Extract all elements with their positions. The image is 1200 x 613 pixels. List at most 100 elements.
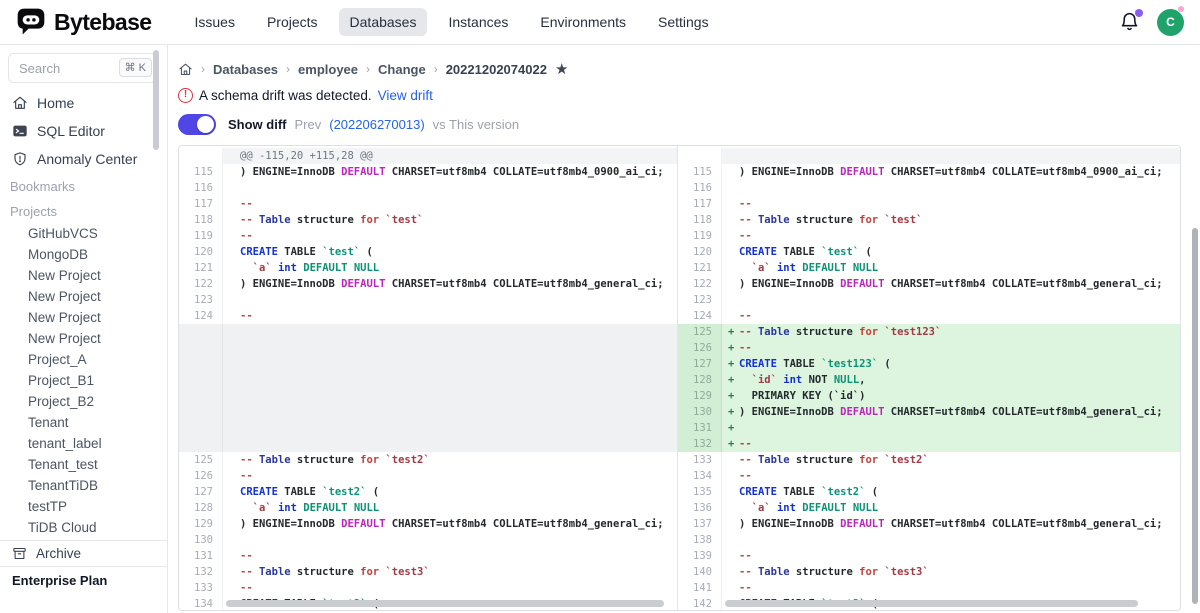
sidebar-scrollbar[interactable] (153, 50, 159, 150)
line-number (179, 148, 223, 164)
code-token: ( (366, 486, 379, 498)
line-number: 121 (179, 260, 223, 276)
diff-row: 123 (179, 292, 677, 308)
diff-row: 124-- (678, 308, 1180, 324)
line-number: 115 (678, 164, 722, 180)
diff-pane-previous: @@ -115,20 +115,28 @@115) ENGINE=InnoDB … (179, 146, 677, 610)
project-item-new-project[interactable]: New Project (0, 307, 167, 328)
code-token: `test3` (385, 566, 429, 578)
bytebase-logo[interactable]: Bytebase (16, 7, 151, 37)
project-item-tenant-label[interactable]: tenant_label (0, 433, 167, 454)
line-number (678, 148, 722, 164)
code-token: `a` (752, 262, 771, 274)
code-token: `test` (322, 246, 360, 258)
page-scrollbar[interactable] (1192, 228, 1198, 604)
code-token: `test` (385, 214, 423, 226)
code-line: -- (223, 228, 677, 244)
code-token: CHARSET=utf8mb4 COLLATE=utf8mb4_general_… (884, 406, 1162, 418)
code-token: int (777, 502, 796, 514)
line-number: 116 (179, 180, 223, 196)
prev-version-link[interactable]: (202206270013) (329, 117, 424, 132)
show-diff-toggle[interactable] (178, 114, 216, 135)
bytebase-logo-icon (16, 7, 46, 37)
breadcrumb-item-employee[interactable]: employee (298, 62, 358, 77)
sidebar-section-projects: Projects (0, 198, 167, 223)
notifications-button[interactable] (1119, 11, 1141, 33)
sidebar-item-home[interactable]: Home (0, 89, 167, 117)
diff-hunk-row (678, 148, 1180, 164)
avatar[interactable]: C (1157, 9, 1184, 36)
prev-label: Prev (295, 117, 322, 132)
line-number: 122 (179, 276, 223, 292)
code-token: TABLE (777, 358, 821, 370)
nav-item-issues[interactable]: Issues (183, 8, 245, 36)
code-line: ) ENGINE=InnoDB DEFAULT CHARSET=utf8mb4 … (223, 276, 677, 292)
project-item-project-a[interactable]: Project_A (0, 349, 167, 370)
sidebar-item-sql-editor[interactable]: SQL Editor (0, 117, 167, 145)
code-token: int (278, 502, 297, 514)
top-navbar: Bytebase Issues Projects Databases Instance… (0, 0, 1200, 45)
code-token: int (777, 262, 796, 274)
nav-item-instances[interactable]: Instances (437, 8, 519, 36)
added-line-marker: + (728, 420, 734, 436)
breadcrumb-item-databases[interactable]: Databases (213, 62, 278, 77)
code-line: -- (223, 308, 677, 324)
added-line-marker: + (728, 404, 734, 420)
code-token: `test2` (385, 454, 429, 466)
view-drift-link[interactable]: View drift (378, 88, 433, 103)
diff-row: 139-- (678, 548, 1180, 564)
code-token: DEFAULT (341, 278, 385, 290)
code-token: int (783, 374, 802, 386)
project-item-tenanttidb[interactable]: TenantTiDB (0, 475, 167, 496)
line-number: 120 (179, 244, 223, 260)
project-item-project-b1[interactable]: Project_B1 (0, 370, 167, 391)
project-item-project-b2[interactable]: Project_B2 (0, 391, 167, 412)
code-token: for (360, 214, 379, 226)
nav-item-settings[interactable]: Settings (647, 8, 720, 36)
project-item-mongodb[interactable]: MongoDB (0, 244, 167, 265)
project-item-tenant-test[interactable]: Tenant_test (0, 454, 167, 475)
code-token: CREATE (240, 486, 278, 498)
code-line: +CREATE TABLE `test123` ( (722, 356, 1180, 372)
project-item-tidb-cloud[interactable]: TiDB Cloud (0, 517, 167, 538)
code-token: `a` (752, 502, 771, 514)
line-number: 123 (678, 292, 722, 308)
code-token: -- (739, 566, 758, 578)
diff-row: 128 `a` int DEFAULT NULL (179, 500, 677, 516)
line-number: 135 (678, 484, 722, 500)
horizontal-scrollbar[interactable] (226, 600, 664, 607)
project-item-tenant[interactable]: Tenant (0, 412, 167, 433)
plan-label[interactable]: Enterprise Plan (0, 566, 167, 592)
diff-pane-current: 115) ENGINE=InnoDB DEFAULT CHARSET=utf8m… (677, 146, 1180, 610)
sidebar-item-archive[interactable]: Archive (0, 540, 167, 566)
code-line: `a` int DEFAULT NULL (223, 500, 677, 516)
code-token (240, 502, 253, 514)
code-line: `a` int DEFAULT NULL (223, 260, 677, 276)
code-line: -- (722, 308, 1180, 324)
code-line: -- Table structure for `test` (722, 212, 1180, 228)
breadcrumb-item-change[interactable]: Change (378, 62, 426, 77)
sidebar-item-anomaly-center[interactable]: Anomaly Center (0, 145, 167, 173)
diff-row: 133-- (179, 580, 677, 596)
project-item-new-project[interactable]: New Project (0, 286, 167, 307)
project-item-testtp[interactable]: testTP (0, 496, 167, 517)
nav-item-environments[interactable]: Environments (529, 8, 637, 36)
code-token: NULL (834, 374, 859, 386)
nav-item-databases[interactable]: Databases (339, 8, 428, 36)
project-item-new-project[interactable]: New Project (0, 265, 167, 286)
code-token: Table (259, 214, 291, 226)
code-token: `test123` (821, 358, 878, 370)
line-number: 115 (179, 164, 223, 180)
code-line: -- (223, 548, 677, 564)
project-item-githubvcs[interactable]: GitHubVCS (0, 223, 167, 244)
nav-item-projects[interactable]: Projects (256, 8, 329, 36)
project-item-new-project[interactable]: New Project (0, 328, 167, 349)
code-token: -- (739, 454, 758, 466)
horizontal-scrollbar[interactable] (725, 600, 1138, 607)
code-token: ) ENGINE=InnoDB (240, 518, 341, 530)
breadcrumb-home-icon[interactable] (178, 62, 193, 77)
diff-row: 121 `a` int DEFAULT NULL (678, 260, 1180, 276)
star-icon[interactable]: ★ (555, 62, 568, 77)
code-token: DEFAULT (341, 166, 385, 178)
code-token: for (360, 566, 379, 578)
